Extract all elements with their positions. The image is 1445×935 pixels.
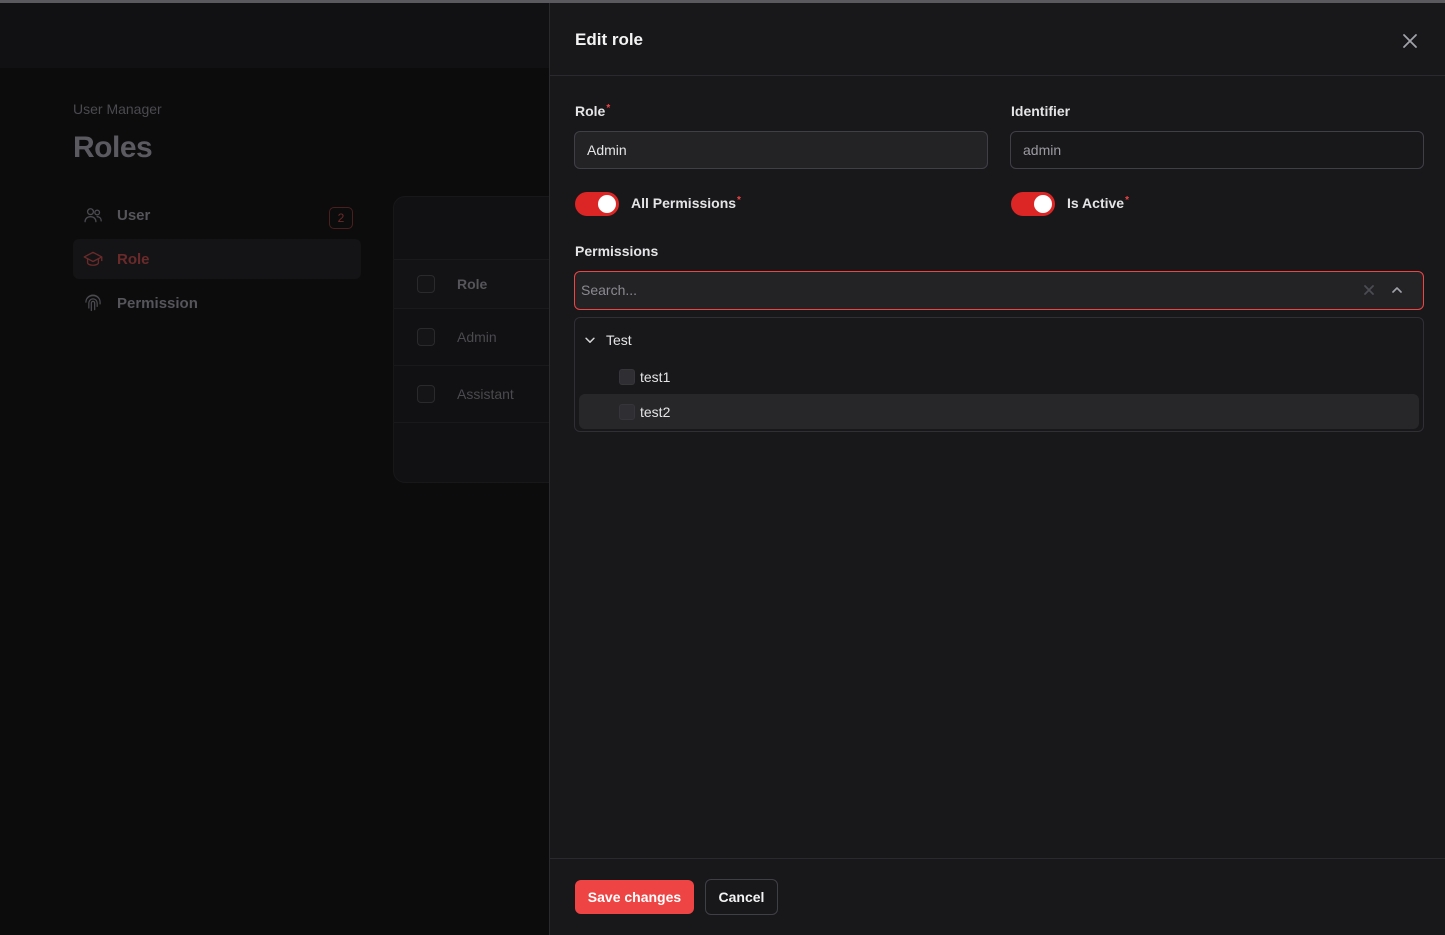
required-marker: *	[606, 103, 611, 114]
chevron-down-icon	[585, 337, 595, 343]
role-input[interactable]	[574, 131, 988, 169]
sidebar-item-label: Role	[117, 250, 150, 268]
count-badge: 2	[329, 207, 353, 229]
chevron-up-icon	[1392, 287, 1402, 293]
tree-item-test1[interactable]: test1	[579, 359, 1419, 394]
all-permissions-toggle[interactable]	[575, 192, 619, 216]
sidebar-item-label: Permission	[117, 294, 198, 312]
role-field-label: Role*	[575, 103, 610, 119]
is-active-text: Is Active	[1067, 195, 1125, 211]
sidebar-item-user[interactable]: User 2	[73, 195, 361, 235]
breadcrumb: User Manager	[73, 101, 162, 117]
table-cell: Admin	[457, 329, 497, 345]
role-label-text: Role	[575, 103, 606, 119]
permissions-select[interactable]	[574, 271, 1424, 310]
cancel-button[interactable]: Cancel	[705, 879, 778, 915]
page-title: Roles	[73, 131, 153, 164]
sidebar-nav: User 2 Role Permission	[73, 195, 361, 327]
sidebar-item-role[interactable]: Role	[73, 239, 361, 279]
toggle-knob	[598, 195, 616, 213]
close-icon	[1403, 34, 1417, 48]
tree-group-test[interactable]: Test	[581, 324, 1417, 356]
required-marker: *	[1125, 195, 1129, 206]
permission-checkbox[interactable]	[619, 368, 635, 385]
edit-role-drawer: Edit role Role* Identifier All Permissio…	[549, 3, 1445, 935]
permissions-dropdown: Test test1 test2	[574, 317, 1424, 432]
sidebar-item-label: User	[117, 206, 151, 224]
permissions-search-input[interactable]	[581, 272, 1351, 308]
required-marker: *	[737, 195, 741, 206]
graduation-cap-icon	[83, 249, 103, 269]
is-active-label: Is Active*	[1067, 195, 1129, 211]
tree-item-label: test2	[640, 403, 671, 420]
toggle-knob	[1034, 195, 1052, 213]
tree-item-label: test1	[640, 368, 671, 385]
select-all-checkbox[interactable]	[417, 275, 435, 293]
close-button[interactable]	[1398, 29, 1422, 53]
users-icon	[83, 205, 103, 225]
row-checkbox[interactable]	[417, 385, 435, 403]
drawer-header: Edit role	[550, 3, 1445, 76]
clear-button[interactable]	[1361, 282, 1377, 298]
identifier-field-label: Identifier	[1011, 103, 1071, 119]
all-permissions-label: All Permissions*	[631, 195, 741, 211]
tree-group-label: Test	[606, 332, 632, 348]
permission-checkbox[interactable]	[619, 403, 635, 420]
column-header-role: Role	[457, 276, 488, 292]
drawer-footer: Save changes Cancel	[550, 858, 1445, 935]
permissions-field-label: Permissions	[575, 243, 659, 259]
dropdown-toggle-button[interactable]	[1389, 282, 1405, 298]
clear-icon	[1364, 285, 1374, 295]
identifier-input[interactable]	[1010, 131, 1424, 169]
save-changes-button[interactable]: Save changes	[575, 880, 694, 914]
all-permissions-text: All Permissions	[631, 195, 737, 211]
drawer-title: Edit role	[575, 30, 644, 49]
row-checkbox[interactable]	[417, 328, 435, 346]
is-active-toggle[interactable]	[1011, 192, 1055, 216]
sidebar-item-permission[interactable]: Permission	[73, 283, 361, 323]
table-cell: Assistant	[457, 386, 514, 402]
fingerprint-icon	[83, 293, 103, 313]
tree-item-test2[interactable]: test2	[579, 394, 1419, 429]
